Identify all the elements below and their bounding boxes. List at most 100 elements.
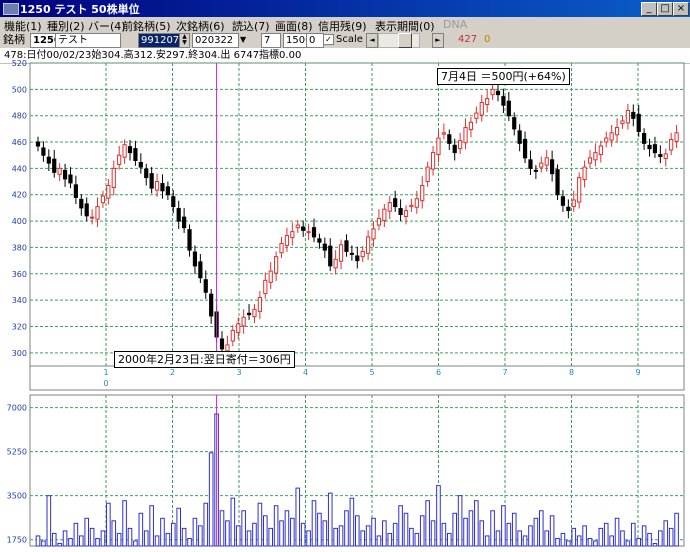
volume-bar	[143, 530, 149, 547]
volume-bar	[219, 510, 225, 547]
candle-body	[506, 100, 511, 117]
volume-bar	[468, 510, 474, 547]
candle-body	[642, 132, 647, 144]
volume-bar	[641, 525, 647, 547]
candle-body	[68, 174, 73, 184]
candle-body	[149, 173, 154, 189]
candle-body	[452, 144, 457, 154]
candle-body	[41, 147, 46, 156]
volume-tick-label: 3500	[7, 492, 27, 501]
candle-body	[338, 244, 344, 262]
candle-body	[474, 112, 479, 119]
volume-bar	[544, 530, 550, 547]
volume-bar	[181, 527, 187, 547]
volume-bar	[566, 540, 571, 547]
price-tick-label: 400	[12, 217, 27, 226]
volume-bar	[57, 542, 62, 547]
volume-bar	[208, 452, 214, 547]
candle-body	[555, 169, 560, 196]
candle-body	[376, 217, 382, 226]
candle-body	[344, 240, 349, 252]
volume-bar	[403, 512, 409, 547]
volume-bar	[257, 502, 263, 547]
price-tick-label: 440	[12, 164, 27, 173]
candle-body	[479, 102, 484, 116]
volume-bar	[170, 522, 176, 547]
candle-body	[133, 148, 138, 161]
candle-body	[209, 293, 214, 317]
candle-body	[62, 169, 68, 180]
volume-bar	[246, 530, 252, 547]
volume-bar	[262, 515, 268, 547]
candle-body	[144, 168, 149, 179]
volume-bar	[457, 495, 463, 547]
candle-body	[274, 256, 279, 274]
candle-body	[328, 245, 333, 267]
month-tick-label: 6	[436, 368, 441, 377]
volume-bar	[533, 517, 539, 547]
price-tick-label: 320	[12, 322, 27, 331]
candle-body	[430, 152, 436, 170]
volume-bar	[625, 540, 631, 547]
volume-bar	[419, 515, 425, 547]
candle-body	[268, 270, 273, 283]
volume-bar	[522, 535, 528, 547]
volume-bar	[630, 522, 636, 547]
month-tick-label: 9	[635, 368, 640, 377]
candle-body	[398, 208, 403, 215]
candle-body	[441, 132, 446, 135]
volume-bar	[73, 522, 79, 547]
month-tick-label: 7	[502, 368, 507, 377]
volume-tick-label: 7000	[7, 404, 27, 413]
volume-bar	[549, 515, 555, 547]
candle-body	[593, 152, 598, 161]
candle-body	[192, 251, 198, 267]
chart-area[interactable]: 300320340360380400420440460480500520 123…	[0, 0, 690, 552]
volume-bar	[322, 520, 328, 547]
month-tick-label: 8	[569, 368, 574, 377]
candle-body	[393, 198, 398, 208]
volume-bar	[133, 540, 138, 547]
candle-body	[301, 226, 306, 231]
candle-body	[669, 138, 674, 151]
month-tick-label: 1	[103, 368, 108, 377]
volume-bar	[452, 512, 458, 547]
candle-body	[182, 216, 187, 229]
candle-body	[106, 185, 111, 199]
volume-bar	[425, 500, 430, 547]
candle-body	[311, 227, 317, 238]
candle-body	[647, 144, 652, 150]
candle-body	[171, 196, 176, 208]
candle-body	[187, 229, 192, 251]
volume-bar	[116, 532, 122, 547]
volume-bar	[614, 517, 620, 547]
candle-body	[528, 159, 533, 169]
candle-body	[154, 181, 160, 191]
volume-bar	[84, 517, 90, 547]
volume-bar	[333, 527, 338, 547]
candle-body	[355, 255, 360, 262]
volume-bar	[279, 520, 284, 547]
volume-bar	[311, 500, 317, 547]
candle-body	[284, 235, 290, 246]
candle-body	[560, 196, 566, 206]
volume-bar	[441, 522, 447, 547]
candle-body	[490, 88, 495, 96]
candle-body	[219, 338, 225, 350]
volume-bar	[365, 525, 371, 547]
volume-bar	[252, 522, 257, 547]
volume-bar	[295, 487, 301, 547]
high-annotation: 7月4日 ＝500円(+64%)	[437, 68, 570, 85]
candle-body	[636, 113, 641, 133]
volume-bar	[495, 530, 501, 547]
volume-bar	[658, 530, 663, 547]
candle-body	[604, 137, 609, 143]
volume-bar	[225, 520, 230, 547]
volume-tick-label: 1750	[7, 536, 27, 545]
candle-body	[100, 195, 106, 204]
price-tick-label: 480	[12, 112, 27, 121]
candle-body	[387, 202, 392, 212]
date-axis: 1 2 3 4 5 6 7 8 9 0	[29, 365, 685, 391]
volume-bar	[100, 530, 106, 547]
candle-body	[663, 153, 668, 160]
